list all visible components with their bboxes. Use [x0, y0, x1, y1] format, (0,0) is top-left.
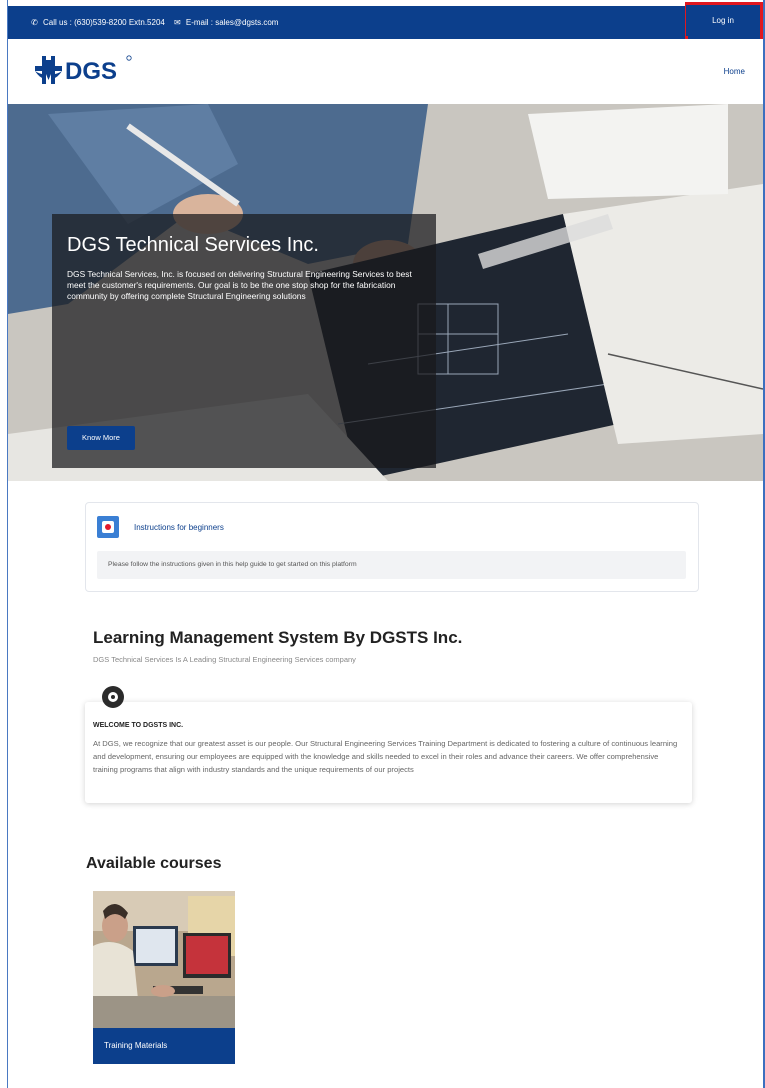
phone-text: Call us : (630)539-8200 Extn.5204 [43, 18, 165, 27]
email-text: E-mail : sales@dgsts.com [185, 18, 279, 27]
welcome-card: WELCOME TO DGSTS INC. At DGS, we recogni… [85, 702, 692, 803]
available-courses-heading: Available courses [86, 855, 222, 872]
main-navbar: DGS Home [8, 39, 763, 104]
login-button[interactable]: Log in [686, 5, 760, 36]
hero-overlay-panel: DGS Technical Services Inc. DGS Technica… [52, 214, 436, 468]
know-more-button[interactable]: Know More [67, 426, 135, 450]
left-frame-border [0, 0, 8, 1088]
course-image [93, 891, 235, 1028]
hero-banner: DGS Technical Services Inc. DGS Technica… [8, 104, 763, 481]
globe-icon [102, 686, 124, 708]
instructions-card: Instructions for beginners Please follow… [85, 502, 699, 592]
book-icon [97, 516, 119, 538]
dgs-logo[interactable]: DGS [33, 50, 138, 88]
instructions-link[interactable]: Instructions for beginners [134, 523, 224, 532]
contact-info: ✆ Call us : (630)539-8200 Extn.5204 ✉ E-… [30, 18, 278, 27]
envelope-icon: ✉ [174, 18, 181, 27]
nav-home-link[interactable]: Home [724, 67, 745, 76]
hero-title: DGS Technical Services Inc. [67, 234, 319, 256]
course-card-training-materials[interactable]: Training Materials [93, 891, 235, 1064]
lms-title: Learning Management System By DGSTS Inc. [93, 628, 463, 647]
welcome-text: At DGS, we recognize that our greatest a… [93, 739, 678, 775]
welcome-heading: WELCOME TO DGSTS INC. [93, 722, 184, 729]
instructions-description: Please follow the instructions given in … [97, 551, 686, 579]
course-title[interactable]: Training Materials [93, 1028, 235, 1064]
lms-subtitle: DGS Technical Services Is A Leading Stru… [93, 655, 356, 664]
hero-description: DGS Technical Services, Inc. is focused … [67, 269, 412, 301]
phone-icon: ✆ [31, 18, 38, 27]
top-contact-bar: ✆ Call us : (630)539-8200 Extn.5204 ✉ E-… [8, 6, 763, 39]
logo-wordmark: DGS [65, 58, 117, 85]
